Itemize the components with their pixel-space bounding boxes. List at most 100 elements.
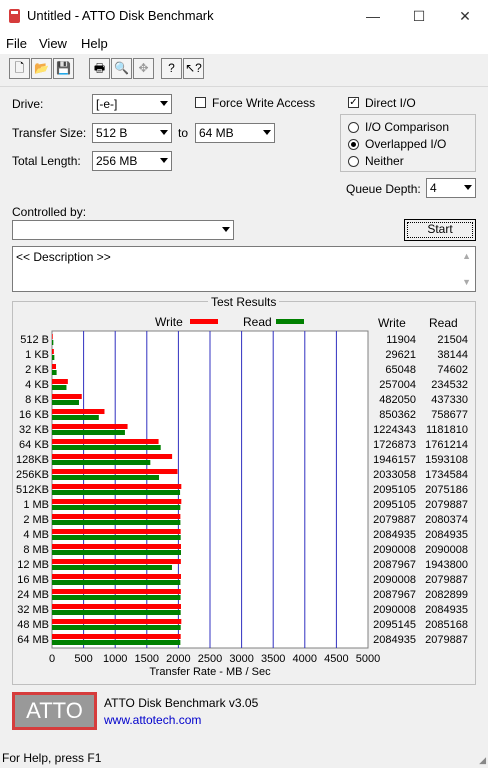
open-folder-icon[interactable]: 📂: [31, 58, 52, 79]
controlled-by-select[interactable]: [12, 220, 234, 240]
new-file-icon[interactable]: 🗋: [9, 58, 30, 79]
write-bar: [52, 394, 82, 399]
category-label: 24 MB: [17, 589, 49, 601]
transfer-to-value: 64 MB: [199, 126, 234, 140]
print-preview-icon[interactable]: 🔍: [111, 58, 132, 79]
write-bar: [52, 574, 181, 579]
scroll-down-icon[interactable]: ▼: [462, 277, 471, 287]
read-bar: [52, 610, 181, 615]
read-bar: [52, 535, 181, 540]
overlapped-io-radio[interactable]: [348, 139, 359, 150]
queue-depth-label: Queue Depth:: [346, 182, 421, 196]
read-bar: [52, 565, 172, 570]
read-value: 2082899: [425, 589, 468, 601]
write-bar: [52, 454, 173, 459]
read-value: 21504: [437, 334, 468, 346]
direct-io-checkbox[interactable]: ✓: [348, 97, 359, 108]
category-label: 32 MB: [17, 604, 49, 616]
product-name: ATTO Disk Benchmark v3.05: [104, 696, 259, 710]
start-button[interactable]: Start: [404, 219, 476, 241]
scroll-up-icon[interactable]: ▲: [462, 251, 471, 261]
move-icon[interactable]: ✥: [133, 58, 154, 79]
menu-view[interactable]: View: [39, 36, 67, 51]
io-comparison-label: I/O Comparison: [365, 120, 450, 134]
write-value: 1946157: [373, 454, 416, 466]
write-bar: [52, 409, 105, 414]
category-label: 2 KB: [25, 364, 49, 376]
read-value: 2079887: [425, 499, 468, 511]
minimize-button[interactable]: —: [350, 0, 396, 32]
website-link[interactable]: www.attotech.com: [104, 713, 201, 727]
write-bar: [52, 484, 182, 489]
read-bar: [52, 490, 181, 495]
write-value: 2095145: [373, 619, 416, 631]
write-value: 257004: [379, 379, 416, 391]
description-box[interactable]: << Description >> ▲ ▼: [12, 246, 476, 292]
write-bar: [52, 499, 182, 504]
write-value: 482050: [379, 394, 416, 406]
write-bar: [52, 439, 159, 444]
drive-select[interactable]: [-e-]: [92, 94, 172, 114]
read-bar: [52, 385, 67, 390]
read-bar: [52, 580, 181, 585]
status-bar: For Help, press F1 ◢: [0, 747, 488, 768]
bar-chart: 0 500 1000 1500 2000 2500 3000 3500 4000 4500 5000…: [16, 330, 468, 678]
read-value: 74602: [437, 364, 468, 376]
save-icon[interactable]: 💾: [53, 58, 74, 79]
maximize-button[interactable]: ☐: [396, 0, 442, 32]
transfer-to-select[interactable]: 64 MB: [195, 123, 275, 143]
read-bar: [52, 640, 181, 645]
transfer-from-value: 512 B: [96, 126, 128, 140]
close-button[interactable]: ✕: [442, 0, 488, 32]
menu-file[interactable]: File: [6, 36, 27, 51]
force-write-checkbox[interactable]: [195, 97, 206, 108]
menu-help[interactable]: Help: [81, 36, 108, 51]
write-bar: [52, 589, 181, 594]
neither-label: Neither: [365, 154, 404, 168]
read-value: 1734584: [425, 469, 468, 481]
help-icon[interactable]: ?: [161, 58, 182, 79]
drive-value: [-e-]: [96, 97, 118, 111]
focus-rect: [407, 222, 473, 238]
queue-depth-select[interactable]: 4: [426, 178, 476, 198]
neither-radio[interactable]: [348, 156, 359, 167]
category-label: 4 MB: [23, 529, 49, 541]
category-label: 8 KB: [25, 394, 49, 406]
resize-grip-icon[interactable]: ◢: [479, 755, 486, 766]
category-label: 1 MB: [23, 499, 49, 511]
chevron-down-icon: [160, 130, 168, 135]
category-label: 512KB: [16, 484, 49, 496]
io-comparison-radio[interactable]: [348, 122, 359, 133]
category-label: 512 B: [20, 334, 49, 346]
test-results-title: Test Results: [208, 295, 280, 309]
write-bar: [52, 514, 181, 519]
read-bar: [52, 415, 99, 420]
direct-io-label: Direct I/O: [365, 96, 416, 110]
x-tick-label: 1000: [103, 653, 127, 665]
category-label: 32 KB: [19, 424, 49, 436]
write-value: 850362: [379, 409, 416, 421]
atto-logo: ATTO: [12, 692, 97, 730]
status-text: For Help, press F1: [2, 751, 102, 765]
write-bar: [52, 634, 181, 639]
read-bar: [52, 340, 54, 345]
x-tick-label: 1500: [135, 653, 159, 665]
force-write-label: Force Write Access: [212, 96, 316, 110]
write-value: 2090008: [373, 544, 416, 556]
legend-write-swatch: [190, 319, 218, 324]
write-value: 2087967: [373, 559, 416, 571]
write-value: 2033058: [373, 469, 416, 481]
context-help-icon[interactable]: ↖?: [183, 58, 204, 79]
read-bar: [52, 400, 79, 405]
print-icon[interactable]: 🖶: [89, 58, 110, 79]
total-length-select[interactable]: 256 MB: [92, 151, 172, 171]
read-value: 437330: [431, 394, 468, 406]
category-label: 1 KB: [25, 349, 49, 361]
write-bar: [52, 604, 181, 609]
read-bar: [52, 445, 161, 450]
write-bar: [52, 529, 181, 534]
read-value: 758677: [431, 409, 468, 421]
write-bar: [52, 334, 53, 339]
transfer-from-select[interactable]: 512 B: [92, 123, 172, 143]
total-length-label: Total Length:: [12, 154, 81, 168]
